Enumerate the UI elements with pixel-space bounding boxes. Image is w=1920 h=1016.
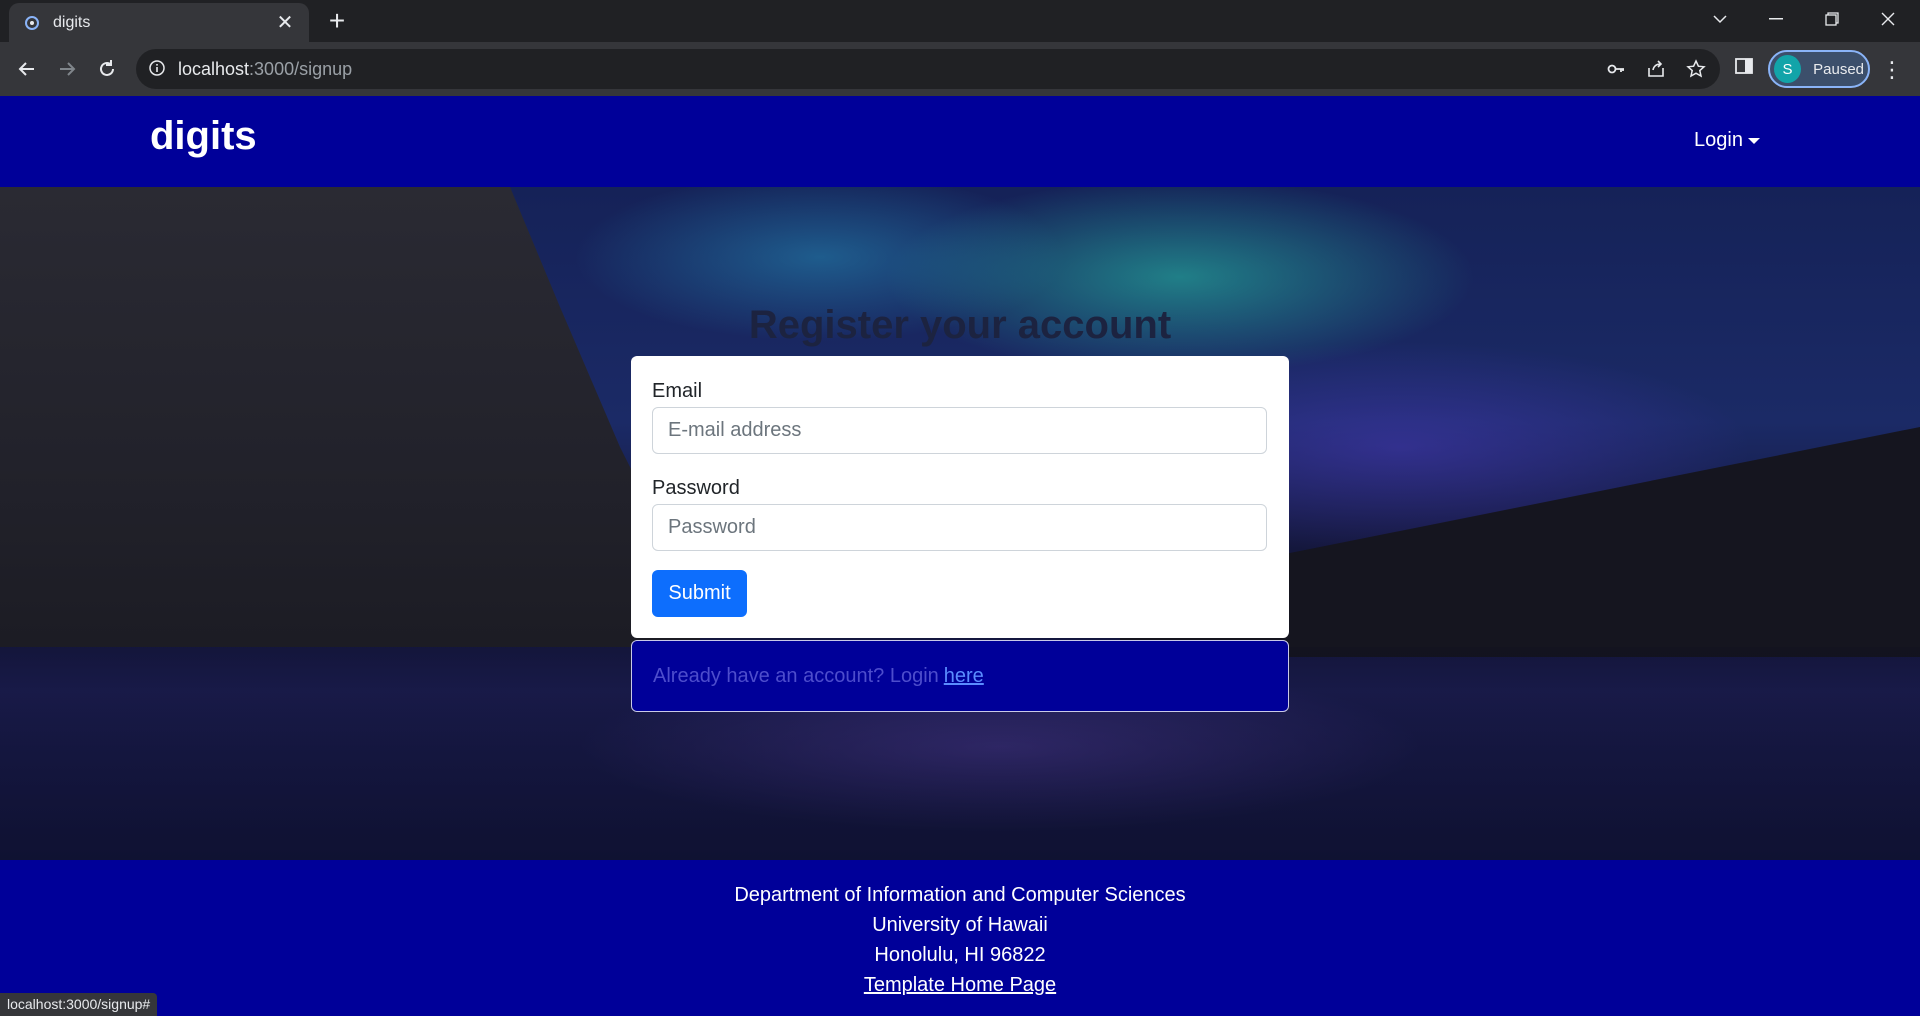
new-tab-icon[interactable]: + <box>322 6 352 36</box>
url-host: localhost <box>178 59 250 79</box>
reload-icon[interactable] <box>91 53 123 85</box>
browser-tabstrip: digits ✕ + <box>0 0 1920 42</box>
tab-close-icon[interactable]: ✕ <box>275 10 295 35</box>
submit-button[interactable]: Submit <box>652 570 747 617</box>
url-text: localhost:3000/signup <box>178 59 352 80</box>
template-home-link[interactable]: Template Home Page <box>0 970 1920 1000</box>
footer-department: Department of Information and Computer S… <box>734 884 1186 906</box>
footer-address: Honolulu, HI 96822 <box>874 944 1046 966</box>
login-prompt-box: Already have an account? Login here <box>631 640 1289 712</box>
footer-university: University of Hawaii <box>872 914 1048 936</box>
share-icon[interactable] <box>1644 57 1668 81</box>
mountain-image <box>0 187 700 647</box>
password-label: Password <box>652 477 740 499</box>
page-title: Register your account <box>748 303 1172 347</box>
login-dropdown[interactable]: Login <box>1694 129 1760 152</box>
password-field[interactable]: Password <box>652 504 1267 551</box>
browser-tab[interactable]: digits ✕ <box>9 3 309 42</box>
side-panel-icon[interactable] <box>1734 56 1758 80</box>
tab-favicon-icon <box>23 14 41 32</box>
restore-icon[interactable] <box>1804 0 1860 38</box>
site-info-icon[interactable] <box>148 59 168 79</box>
caret-down-icon <box>1747 137 1760 144</box>
status-bar-url: localhost:3000/signup# <box>0 993 158 1016</box>
web-page: digits Login Register your account Email… <box>0 96 1920 1016</box>
forward-icon[interactable] <box>51 53 83 85</box>
back-icon[interactable] <box>11 53 43 85</box>
login-here-link[interactable]: here <box>944 665 984 688</box>
signup-card: Email E-mail address Password Password S… <box>631 356 1289 638</box>
browser-menu-icon[interactable]: ⋮ <box>1878 56 1906 84</box>
tab-search-icon[interactable] <box>1692 0 1748 38</box>
tab-title: digits <box>53 13 91 31</box>
close-window-icon[interactable] <box>1860 0 1916 38</box>
bookmark-star-icon[interactable] <box>1684 57 1708 81</box>
profile-button[interactable]: S Paused <box>1768 50 1870 88</box>
email-label: Email <box>652 380 703 402</box>
login-prompt-text: Already have an account? Login <box>653 664 939 687</box>
email-field[interactable]: E-mail address <box>652 407 1267 454</box>
key-icon[interactable] <box>1604 57 1628 81</box>
profile-status: Paused <box>1813 60 1864 78</box>
hero-background: Register your account Email E-mail addre… <box>0 187 1920 860</box>
site-brand[interactable]: digits <box>150 114 257 159</box>
site-navbar: digits Login <box>0 96 1920 187</box>
avatar: S <box>1774 55 1802 83</box>
url-path: :3000/signup <box>249 59 353 79</box>
minimize-icon[interactable] <box>1748 0 1804 38</box>
login-dropdown-label: Login <box>1694 129 1743 151</box>
password-placeholder: Password <box>668 516 756 538</box>
site-footer: Department of Information and Computer S… <box>0 860 1920 1016</box>
address-bar[interactable]: localhost:3000/signup <box>136 49 1720 89</box>
email-placeholder: E-mail address <box>668 419 802 441</box>
browser-toolbar: localhost:3000/signup S Paused ⋮ <box>0 42 1920 96</box>
